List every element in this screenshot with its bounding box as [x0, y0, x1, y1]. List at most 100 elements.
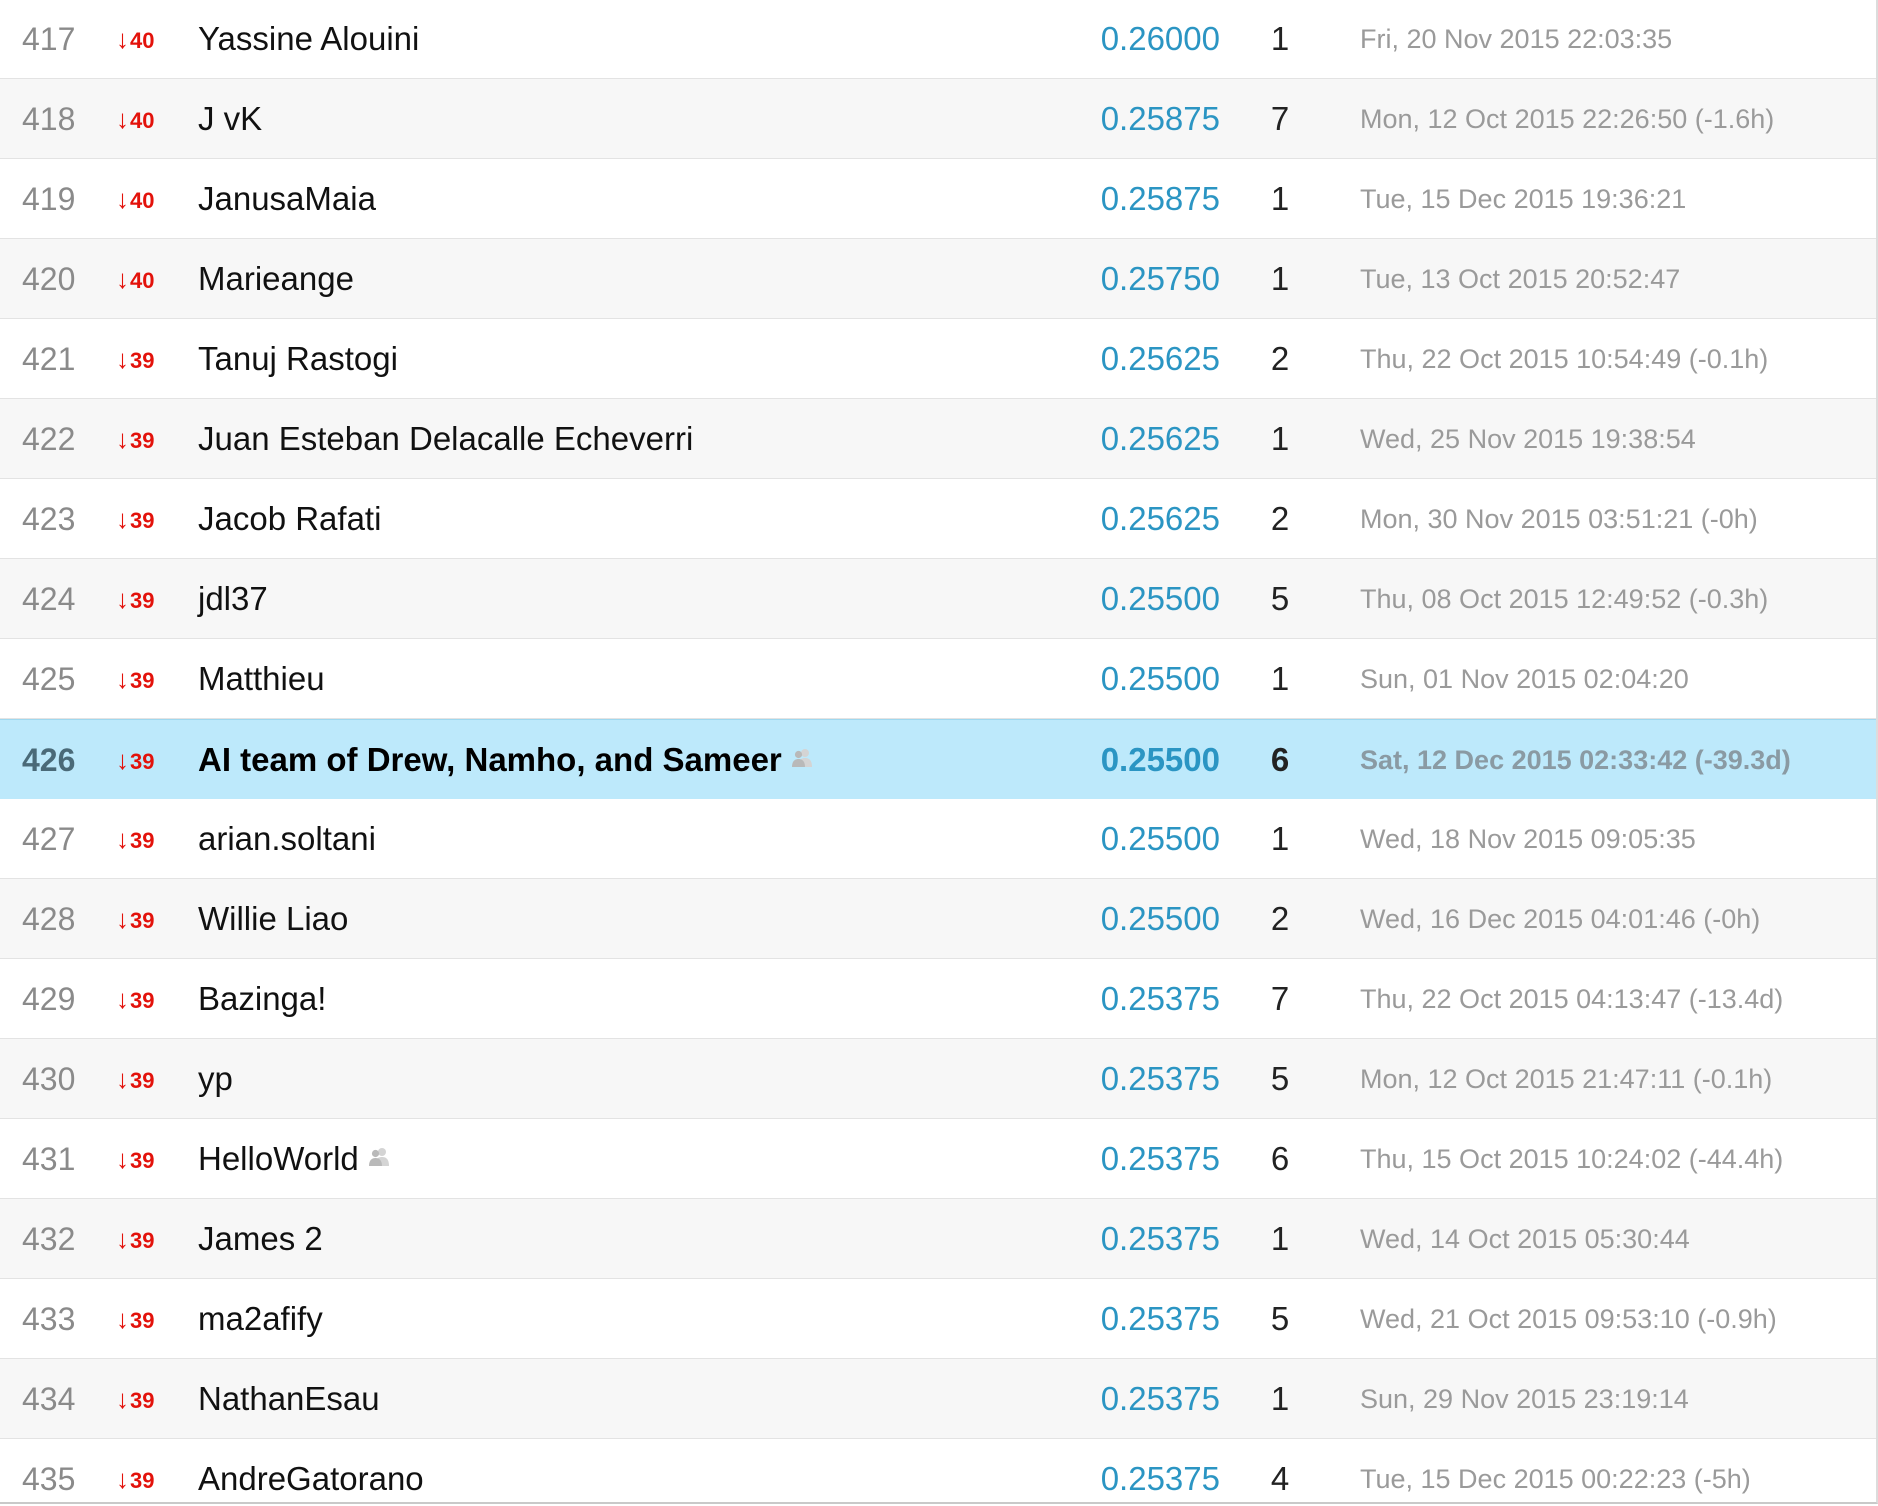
entries-cell: 1	[1270, 420, 1290, 457]
rank-change-cell: ↓39	[116, 399, 176, 479]
team-name[interactable]: J vK	[198, 100, 262, 137]
score-cell: 0.25500	[1100, 660, 1220, 697]
team-name-cell[interactable]: Juan Esteban Delacalle Echeverri	[198, 399, 1058, 479]
score-cell: 0.25625	[1100, 340, 1220, 377]
team-name[interactable]: HelloWorld	[198, 1140, 359, 1177]
score-cell: 0.25500	[1100, 741, 1220, 778]
rank-change-cell: ↓40	[116, 0, 176, 79]
leaderboard-row: 423 ↓39 Jacob Rafati 0.25625 2 Mon, 30 N…	[0, 479, 1876, 559]
team-name-cell[interactable]: Yassine Alouini	[198, 0, 1058, 79]
rank-change-cell: ↓39	[116, 959, 176, 1039]
team-name[interactable]: Tanuj Rastogi	[198, 340, 398, 377]
team-name-cell[interactable]: James 2	[198, 1199, 1058, 1279]
entries-cell: 5	[1270, 1060, 1290, 1097]
team-name[interactable]: NathanEsau	[198, 1380, 380, 1417]
last-submission-cell: Wed, 18 Nov 2015 09:05:35	[1360, 824, 1696, 854]
leaderboard-row: 422 ↓39 Juan Esteban Delacalle Echeverri…	[0, 399, 1876, 479]
leaderboard-row: 420 ↓40 Marieange 0.25750 1 Tue, 13 Oct …	[0, 239, 1876, 319]
entries-cell: 6	[1270, 1140, 1290, 1177]
rank-cell: 424	[22, 581, 76, 617]
team-name-cell[interactable]: ma2afify	[198, 1279, 1058, 1359]
team-name[interactable]: AndreGatorano	[198, 1460, 424, 1497]
rank-change-value: 39	[130, 668, 155, 693]
last-submission-cell: Thu, 22 Oct 2015 04:13:47 (-13.4d)	[1360, 984, 1784, 1014]
team-name-cell[interactable]: Tanuj Rastogi	[198, 319, 1058, 399]
score-cell: 0.25375	[1100, 1300, 1220, 1337]
team-name[interactable]: Marieange	[198, 260, 354, 297]
team-name[interactable]: Jacob Rafati	[198, 500, 381, 537]
last-submission-cell: Tue, 15 Dec 2015 19:36:21	[1360, 184, 1687, 214]
rank-change-cell: ↓40	[116, 159, 176, 239]
score-cell: 0.25875	[1100, 100, 1220, 137]
leaderboard-row: 432 ↓39 James 2 0.25375 1 Wed, 14 Oct 20…	[0, 1199, 1876, 1279]
team-name[interactable]: James 2	[198, 1220, 323, 1257]
entries-cell: 2	[1270, 500, 1290, 537]
team-name[interactable]: ma2afify	[198, 1300, 323, 1337]
team-name[interactable]: yp	[198, 1060, 233, 1097]
down-arrow-icon: ↓	[116, 984, 129, 1014]
down-arrow-icon: ↓	[116, 424, 129, 454]
team-name-cell[interactable]: yp	[198, 1039, 1058, 1119]
rank-change-cell: ↓39	[116, 720, 176, 800]
score-cell: 0.25375	[1100, 1460, 1220, 1497]
rank-change-value: 39	[130, 749, 155, 774]
last-submission-cell: Sat, 12 Dec 2015 02:33:42 (-39.3d)	[1360, 745, 1791, 775]
rank-cell: 419	[22, 181, 76, 217]
score-cell: 0.25875	[1100, 180, 1220, 217]
last-submission-cell: Fri, 20 Nov 2015 22:03:35	[1360, 24, 1673, 54]
rank-change-value: 40	[130, 268, 155, 293]
entries-cell: 4	[1270, 1460, 1290, 1497]
team-name-cell[interactable]: AndreGatorano	[198, 1439, 1058, 1506]
leaderboard-row: 429 ↓39 Bazinga! 0.25375 7 Thu, 22 Oct 2…	[0, 959, 1876, 1039]
team-name-cell[interactable]: Marieange	[198, 239, 1058, 319]
team-name-cell[interactable]: Jacob Rafati	[198, 479, 1058, 559]
team-name[interactable]: Matthieu	[198, 660, 325, 697]
team-name[interactable]: Juan Esteban Delacalle Echeverri	[198, 420, 693, 457]
team-name-cell[interactable]: Willie Liao	[198, 879, 1058, 959]
team-name[interactable]: jdl37	[198, 580, 268, 617]
entries-cell: 1	[1270, 180, 1290, 217]
score-cell: 0.25375	[1100, 1220, 1220, 1257]
team-name[interactable]: arian.soltani	[198, 820, 376, 857]
team-name-cell[interactable]: NathanEsau	[198, 1359, 1058, 1439]
team-name[interactable]: JanusaMaia	[198, 180, 376, 217]
team-name-cell[interactable]: JanusaMaia	[198, 159, 1058, 239]
team-name-cell[interactable]: Matthieu	[198, 639, 1058, 719]
down-arrow-icon: ↓	[116, 584, 129, 614]
down-arrow-icon: ↓	[116, 184, 129, 214]
rank-change-value: 39	[130, 908, 155, 933]
leaderboard-row: 419 ↓40 JanusaMaia 0.25875 1 Tue, 15 Dec…	[0, 159, 1876, 239]
team-name[interactable]: AI team of Drew, Namho, and Sameer	[198, 741, 782, 778]
team-name-cell[interactable]: jdl37	[198, 559, 1058, 639]
entries-cell: 7	[1270, 100, 1290, 137]
rank-cell: 433	[22, 1301, 76, 1337]
entries-cell: 1	[1270, 260, 1290, 297]
team-name-cell[interactable]: Bazinga!	[198, 959, 1058, 1039]
team-name[interactable]: Bazinga!	[198, 980, 326, 1017]
leaderboard-row: 428 ↓39 Willie Liao 0.25500 2 Wed, 16 De…	[0, 879, 1876, 959]
team-name-cell[interactable]: AI team of Drew, Namho, and Sameer	[198, 720, 1058, 800]
team-name-cell[interactable]: J vK	[198, 79, 1058, 159]
last-submission-cell: Thu, 08 Oct 2015 12:49:52 (-0.3h)	[1360, 584, 1769, 614]
team-name-cell[interactable]: HelloWorld	[198, 1119, 1058, 1199]
team-members-icon	[367, 1117, 391, 1197]
last-submission-cell: Mon, 30 Nov 2015 03:51:21 (-0h)	[1360, 504, 1758, 534]
rank-cell: 422	[22, 421, 76, 457]
rank-change-cell: ↓39	[116, 479, 176, 559]
team-members-icon	[790, 718, 814, 798]
last-submission-cell: Thu, 15 Oct 2015 10:24:02 (-44.4h)	[1360, 1144, 1784, 1174]
rank-cell: 429	[22, 981, 76, 1017]
down-arrow-icon: ↓	[116, 24, 129, 54]
team-name[interactable]: Yassine Alouini	[198, 20, 419, 57]
score-cell: 0.25500	[1100, 580, 1220, 617]
rank-change-value: 39	[130, 1228, 155, 1253]
rank-change-value: 39	[130, 1308, 155, 1333]
rank-change-cell: ↓39	[116, 319, 176, 399]
score-cell: 0.25375	[1100, 1140, 1220, 1177]
last-submission-cell: Wed, 21 Oct 2015 09:53:10 (-0.9h)	[1360, 1304, 1777, 1334]
last-submission-cell: Thu, 22 Oct 2015 10:54:49 (-0.1h)	[1360, 344, 1769, 374]
down-arrow-icon: ↓	[116, 1144, 129, 1174]
team-name-cell[interactable]: arian.soltani	[198, 799, 1058, 879]
rank-cell: 427	[22, 821, 76, 857]
team-name[interactable]: Willie Liao	[198, 900, 348, 937]
